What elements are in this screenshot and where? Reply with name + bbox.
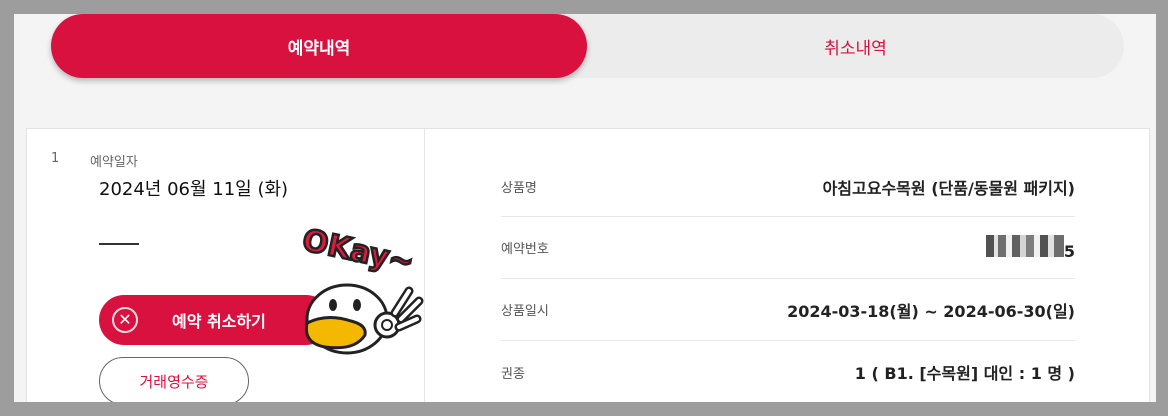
reservation-number-suffix: 5	[1063, 241, 1075, 261]
reservation-details: 상품명 아침고요수목원 (단품/동물원 패키지) 예약번호 5 상품일시 202…	[501, 157, 1075, 403]
reservation-index: 1	[51, 151, 60, 166]
divider-dash	[99, 243, 139, 245]
reservation-card: 1 예약일자 2024년 06월 11일 (화) ✕ 예약 취소하기 거래영수증…	[26, 128, 1150, 416]
detail-row-product-name: 상품명 아침고요수목원 (단품/동물원 패키지)	[501, 157, 1075, 217]
detail-row-ticket-type: 권종 1 ( B1. [수목원] 대인 : 1 명 )	[501, 341, 1075, 403]
page-content: 예약내역 취소내역 1 예약일자 2024년 06월 11일 (화) ✕ 예약 …	[14, 14, 1156, 416]
detail-value: 2024-03-18(월) ~ 2024-06-30(일)	[787, 301, 1075, 321]
detail-row-reservation-number: 예약번호 5	[501, 217, 1075, 279]
tab-cancellations[interactable]: 취소내역	[587, 14, 1124, 78]
reservation-date-label: 예약일자	[90, 155, 138, 170]
detail-label: 권종	[501, 366, 525, 382]
bottom-shade	[0, 402, 1168, 416]
close-circle-icon: ✕	[112, 307, 138, 333]
tab-reservations[interactable]: 예약내역	[51, 14, 587, 78]
reservation-tabs: 예약내역 취소내역	[51, 14, 1124, 78]
detail-label: 상품일시	[501, 304, 549, 319]
reservation-date-value: 2024년 06월 11일 (화)	[99, 179, 289, 200]
cancel-reservation-label: 예약 취소하기	[172, 312, 266, 331]
receipt-button[interactable]: 거래영수증	[99, 357, 249, 405]
detail-label: 상품명	[501, 181, 537, 196]
reservation-summary: 1 예약일자 2024년 06월 11일 (화) ✕ 예약 취소하기 거래영수증…	[27, 129, 425, 416]
detail-row-product-period: 상품일시 2024-03-18(월) ~ 2024-06-30(일)	[501, 279, 1075, 341]
detail-value: 아침고요수목원 (단품/동물원 패키지)	[822, 178, 1075, 198]
mascot-okay-text: OKay~	[299, 227, 417, 280]
okay-duck-mascot-icon: OKay~	[298, 227, 424, 355]
reservation-number-value: 5	[985, 234, 1075, 261]
detail-label: 예약번호	[501, 242, 549, 257]
detail-value: 1 ( B1. [수목원] 대인 : 1 명 )	[854, 364, 1075, 383]
redacted-number	[985, 234, 1064, 257]
